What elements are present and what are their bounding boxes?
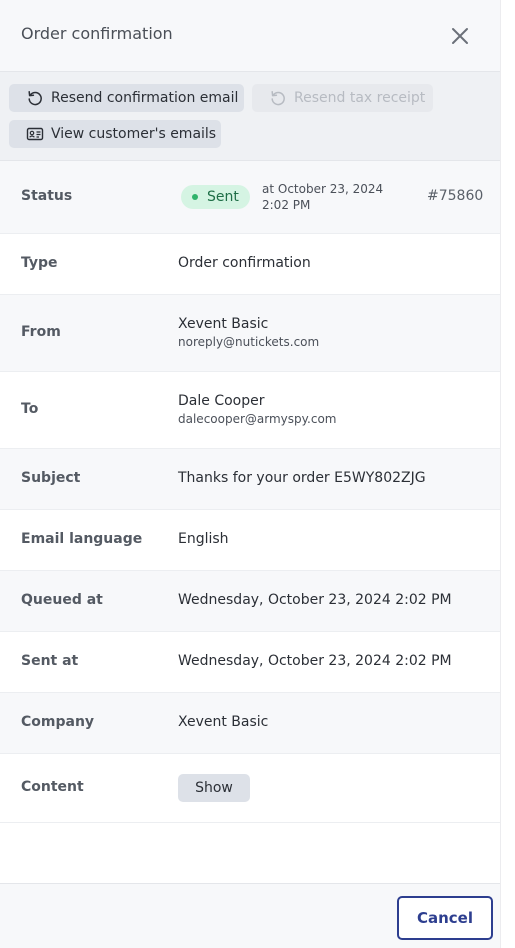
queued-at-value: Wednesday, October 23, 2024 2:02 PM: [178, 592, 452, 608]
from-label: From: [21, 324, 61, 340]
sent-at-row: Sent at Wednesday, October 23, 2024 2:02…: [0, 632, 500, 693]
status-row: Status Sent at October 23, 2024 2:02 PM …: [0, 161, 500, 234]
id-card-icon: [26, 125, 44, 143]
from-name: Xevent Basic: [178, 316, 269, 332]
from-email: noreply@nutickets.com: [178, 335, 320, 349]
status-label: Status: [21, 188, 73, 204]
status-time: at October 23, 2024 2:02 PM: [262, 182, 384, 212]
refresh-icon: [26, 89, 44, 107]
cancel-button[interactable]: Cancel: [397, 896, 493, 940]
to-name: Dale Cooper: [178, 393, 265, 409]
from-row: From Xevent Basic noreply@nutickets.com: [0, 295, 500, 372]
email-detail-panel: Order confirmation Resend confirmation e…: [0, 0, 500, 948]
refresh-icon: [269, 89, 287, 107]
status-badge-text: Sent: [207, 189, 239, 205]
show-content-button[interactable]: Show: [178, 774, 250, 802]
company-label: Company: [21, 714, 95, 730]
panel-title: Order confirmation: [21, 24, 173, 43]
to-label: To: [21, 401, 39, 417]
resend-confirmation-button[interactable]: Resend confirmation email: [9, 84, 244, 112]
view-customer-emails-button[interactable]: View customer's emails: [9, 120, 221, 148]
action-toolbar: Resend confirmation email Resend tax rec…: [0, 72, 500, 161]
scrollbar[interactable]: [500, 0, 515, 948]
sent-at-label: Sent at: [21, 653, 79, 669]
panel-header: Order confirmation: [0, 0, 500, 72]
type-value: Order confirmation: [178, 255, 311, 271]
subject-label: Subject: [21, 470, 81, 486]
panel-footer: Cancel: [0, 883, 500, 948]
language-value: English: [178, 531, 229, 547]
subject-row: Subject Thanks for your order E5WY802ZJG: [0, 449, 500, 510]
close-button[interactable]: [446, 22, 474, 50]
queued-at-label: Queued at: [21, 592, 103, 608]
subject-value: Thanks for your order E5WY802ZJG: [178, 470, 426, 486]
resend-tax-receipt-button[interactable]: Resend tax receipt: [252, 84, 433, 112]
queued-at-row: Queued at Wednesday, October 23, 2024 2:…: [0, 571, 500, 632]
company-row: Company Xevent Basic: [0, 693, 500, 754]
company-value: Xevent Basic: [178, 714, 269, 730]
resend-confirmation-label: Resend confirmation email: [51, 90, 239, 106]
status-badge: Sent: [181, 185, 250, 209]
sent-at-value: Wednesday, October 23, 2024 2:02 PM: [178, 653, 452, 669]
type-label: Type: [21, 255, 58, 271]
content-row: Content Show: [0, 754, 500, 823]
status-dot: [192, 194, 198, 200]
order-number: #75860: [427, 188, 484, 204]
language-label: Email language: [21, 531, 143, 547]
view-customer-emails-label: View customer's emails: [51, 126, 217, 142]
resend-tax-receipt-label: Resend tax receipt: [294, 90, 426, 106]
language-row: Email language English: [0, 510, 500, 571]
content-label: Content: [21, 779, 84, 795]
close-icon: [452, 28, 468, 44]
to-row: To Dale Cooper dalecooper@armyspy.com: [0, 372, 500, 449]
to-email: dalecooper@armyspy.com: [178, 412, 337, 426]
type-row: Type Order confirmation: [0, 234, 500, 295]
